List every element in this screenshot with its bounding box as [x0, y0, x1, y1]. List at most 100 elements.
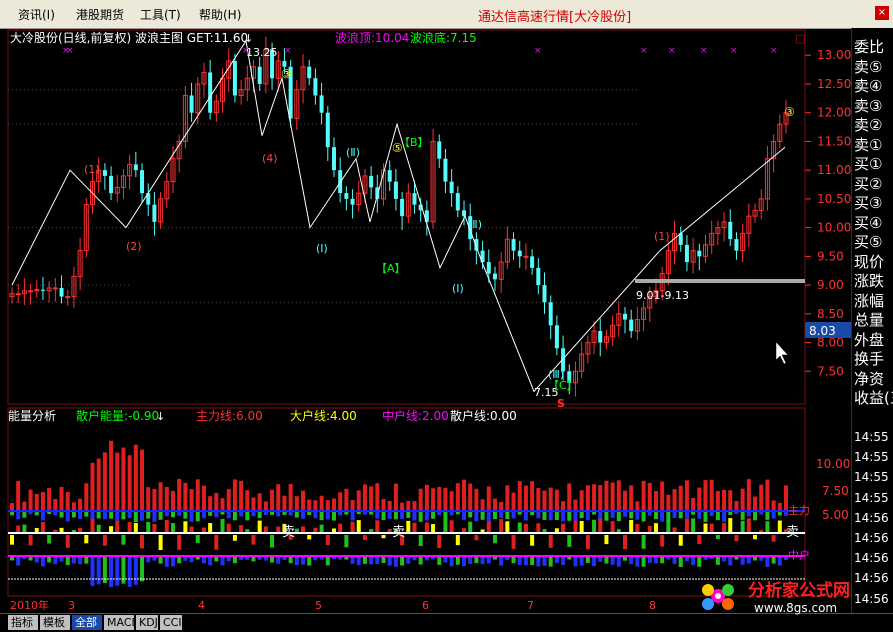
indicator-bar-mid — [647, 525, 652, 533]
candle-body — [325, 112, 330, 148]
menu-hk-futures[interactable]: 港股期货 — [76, 6, 124, 23]
kline-svg[interactable]: 大冷股份(日线,前复权) 波浪主图 GET:11.60 波浪顶:10.04 波浪… — [0, 28, 851, 613]
wave-label-C: 【C】 — [548, 379, 578, 392]
indicator-bar-retail — [381, 556, 386, 563]
indicator-bar-main — [121, 447, 126, 511]
indicator-bar-retail — [71, 556, 76, 564]
candle-body — [331, 147, 336, 171]
tab-cci[interactable]: CCI — [160, 615, 182, 630]
indicator-bar-large — [474, 511, 479, 522]
tick-time: 14:56 — [854, 551, 889, 566]
indicator-bar-large — [375, 511, 380, 519]
quote-row-label: 卖② — [854, 116, 883, 134]
window-controls[interactable]: × — [875, 6, 889, 20]
candle-body — [257, 66, 262, 84]
wave-label-1-left: (1) — [84, 163, 100, 176]
indicator-bar-retail — [554, 556, 559, 564]
indicator-bar-mid — [579, 520, 584, 533]
indicator-bar-large — [567, 511, 572, 521]
tick-time: 14:55 — [854, 450, 889, 465]
menu-help[interactable]: 帮助(H) — [199, 6, 241, 23]
indicator-bar-main — [375, 483, 380, 511]
indicator-bar-retail — [350, 556, 355, 564]
candle-body — [598, 331, 603, 343]
indicator-bar-large — [418, 511, 423, 522]
tick-time: 14:56 — [854, 531, 889, 545]
indicator-bar-mid — [753, 535, 758, 540]
indicator-bar-retail — [96, 556, 101, 585]
indicator-bar-main — [362, 484, 367, 511]
indicator-bar-retail — [585, 556, 590, 563]
indicator-bar-main — [449, 491, 454, 511]
menu-info[interactable]: 资讯(I) — [18, 6, 55, 23]
indicator-bar-retail — [561, 556, 566, 565]
indicator-bar-main — [282, 495, 287, 511]
indicator-bar-large — [629, 511, 634, 519]
sell-label-2: 卖 — [392, 525, 405, 540]
maximize-icon: □ — [795, 32, 805, 45]
candle-body — [140, 170, 145, 194]
quote-row-label: 涨跌 — [854, 272, 885, 290]
flower-logo-icon — [702, 584, 734, 610]
indicator-bar-mid — [381, 535, 386, 539]
tab-indicator[interactable]: 指标 — [8, 615, 38, 630]
indicator-bar-mid — [431, 524, 436, 533]
indicator-bar-mid — [449, 520, 454, 533]
indicator-bar-main — [715, 490, 720, 511]
quote-row-label: 净资 — [854, 369, 885, 388]
indicator-bar-mid — [455, 535, 460, 546]
indicator-bar-main — [381, 498, 386, 511]
price-tick-label: 9.50 — [817, 249, 844, 263]
indicator-bar-mid — [307, 535, 312, 540]
x-marker-icon: × — [640, 46, 648, 56]
logo-url: www.8gs.com — [754, 601, 837, 615]
tab-template[interactable]: 模板 — [40, 615, 70, 630]
price-tick-label: 10.50 — [817, 192, 851, 206]
indicator-bar-large — [480, 511, 485, 520]
indicator-bar-main — [554, 489, 559, 511]
indicator-bar-main — [325, 500, 330, 511]
indicator-bar-large — [610, 511, 615, 518]
candle-body — [734, 239, 739, 251]
indicator-bar-large — [765, 511, 770, 520]
indicator-bar-mid — [629, 519, 634, 533]
indicator-bar-main — [722, 489, 727, 511]
indicator-bar-main — [412, 501, 417, 511]
indicator-bar-mid — [777, 520, 782, 533]
indicator-bar-main — [468, 483, 473, 511]
indicator-bar-large — [350, 511, 355, 521]
candle-body — [486, 262, 491, 274]
indicator-bar-mid — [666, 518, 671, 533]
tab-all[interactable]: 全部 — [72, 615, 102, 630]
indicator-bar-main — [759, 484, 764, 511]
indicator-bar-large — [90, 511, 95, 521]
indicator-bar-main — [579, 490, 584, 511]
chart-area[interactable]: 大冷股份(日线,前复权) 波浪主图 GET:11.60 波浪顶:10.04 波浪… — [0, 28, 893, 613]
tab-kdj[interactable]: KDJ — [136, 615, 158, 630]
indicator-bar-mid — [325, 535, 330, 546]
indicator-bar-large — [536, 511, 541, 519]
candle-body — [728, 221, 733, 240]
indicator-bar-mid — [505, 521, 510, 533]
price-gridlines — [8, 89, 640, 303]
tab-macd[interactable]: MACD — [104, 615, 140, 630]
candle-body — [369, 175, 374, 188]
indicator-bar-large — [22, 511, 27, 518]
indicator-bar-retail — [715, 556, 720, 565]
x-marker-icon: × — [66, 46, 74, 56]
indicator-bar-large — [183, 511, 188, 519]
candle-body — [313, 78, 318, 96]
indicator-bar-large — [653, 511, 658, 520]
indicator-bar-main — [356, 490, 361, 511]
indicator-bar-retail — [499, 556, 504, 566]
indicator-bar-large — [548, 511, 553, 521]
indicator-bar-retail — [573, 556, 578, 567]
menu-tools[interactable]: 工具(T) — [140, 6, 181, 23]
quote-row-label: 卖⑤ — [854, 57, 883, 76]
indicator-bar-retail — [115, 556, 120, 586]
retail-line-label: 散户线:0.00 — [450, 408, 517, 423]
indicator-bar-main — [604, 480, 609, 511]
indicator-bar-large — [660, 511, 665, 522]
indicator-bar-main — [263, 501, 268, 511]
high-arrow-icon: ↓ — [244, 32, 253, 45]
